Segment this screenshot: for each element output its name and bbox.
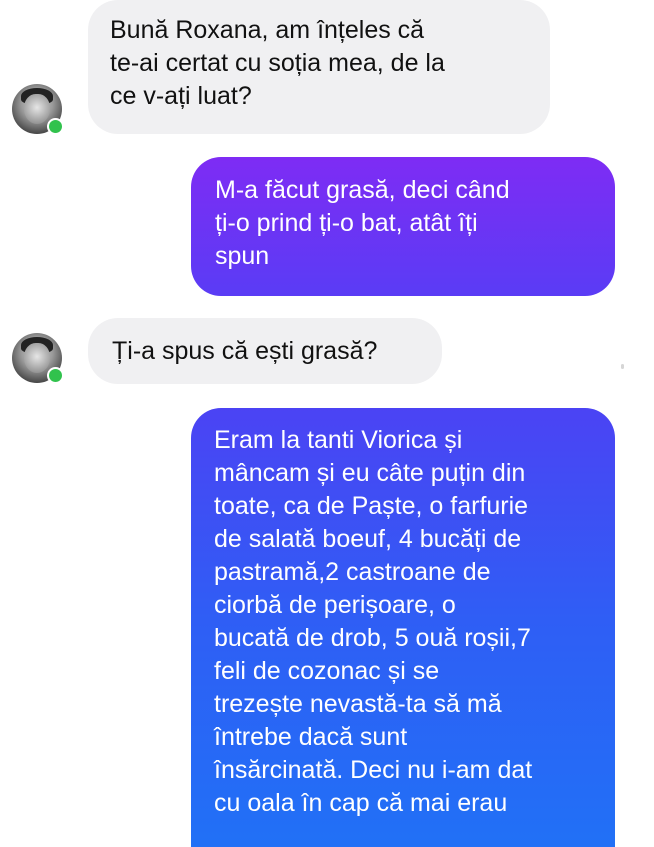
outgoing-message-bubble[interactable]: Eram la tanti Viorica și mâncam și eu câ… <box>191 408 615 847</box>
incoming-message-bubble[interactable]: Ți-a spus că ești grasă? <box>88 318 442 384</box>
avatar-photo-face <box>24 94 50 124</box>
online-status-icon <box>47 367 64 384</box>
sender-avatar[interactable] <box>12 84 64 135</box>
online-status-icon <box>47 118 64 135</box>
outgoing-message-bubble[interactable]: M-a făcut grasă, deci când ți-o prind ți… <box>191 157 615 296</box>
avatar-photo-face <box>24 343 50 373</box>
message-text: Eram la tanti Viorica și mâncam și eu câ… <box>214 426 533 817</box>
decorative-dot <box>621 364 624 369</box>
sender-avatar[interactable] <box>12 333 64 384</box>
message-text: M-a făcut grasă, deci când ți-o prind ți… <box>215 176 510 270</box>
message-text: Ți-a spus că ești grasă? <box>112 337 378 365</box>
chat-thread: Bună Roxana, am înțeles că te-ai certat … <box>0 0 654 847</box>
incoming-message-bubble[interactable]: Bună Roxana, am înțeles că te-ai certat … <box>88 0 550 134</box>
message-text: Bună Roxana, am înțeles că te-ai certat … <box>110 16 445 110</box>
